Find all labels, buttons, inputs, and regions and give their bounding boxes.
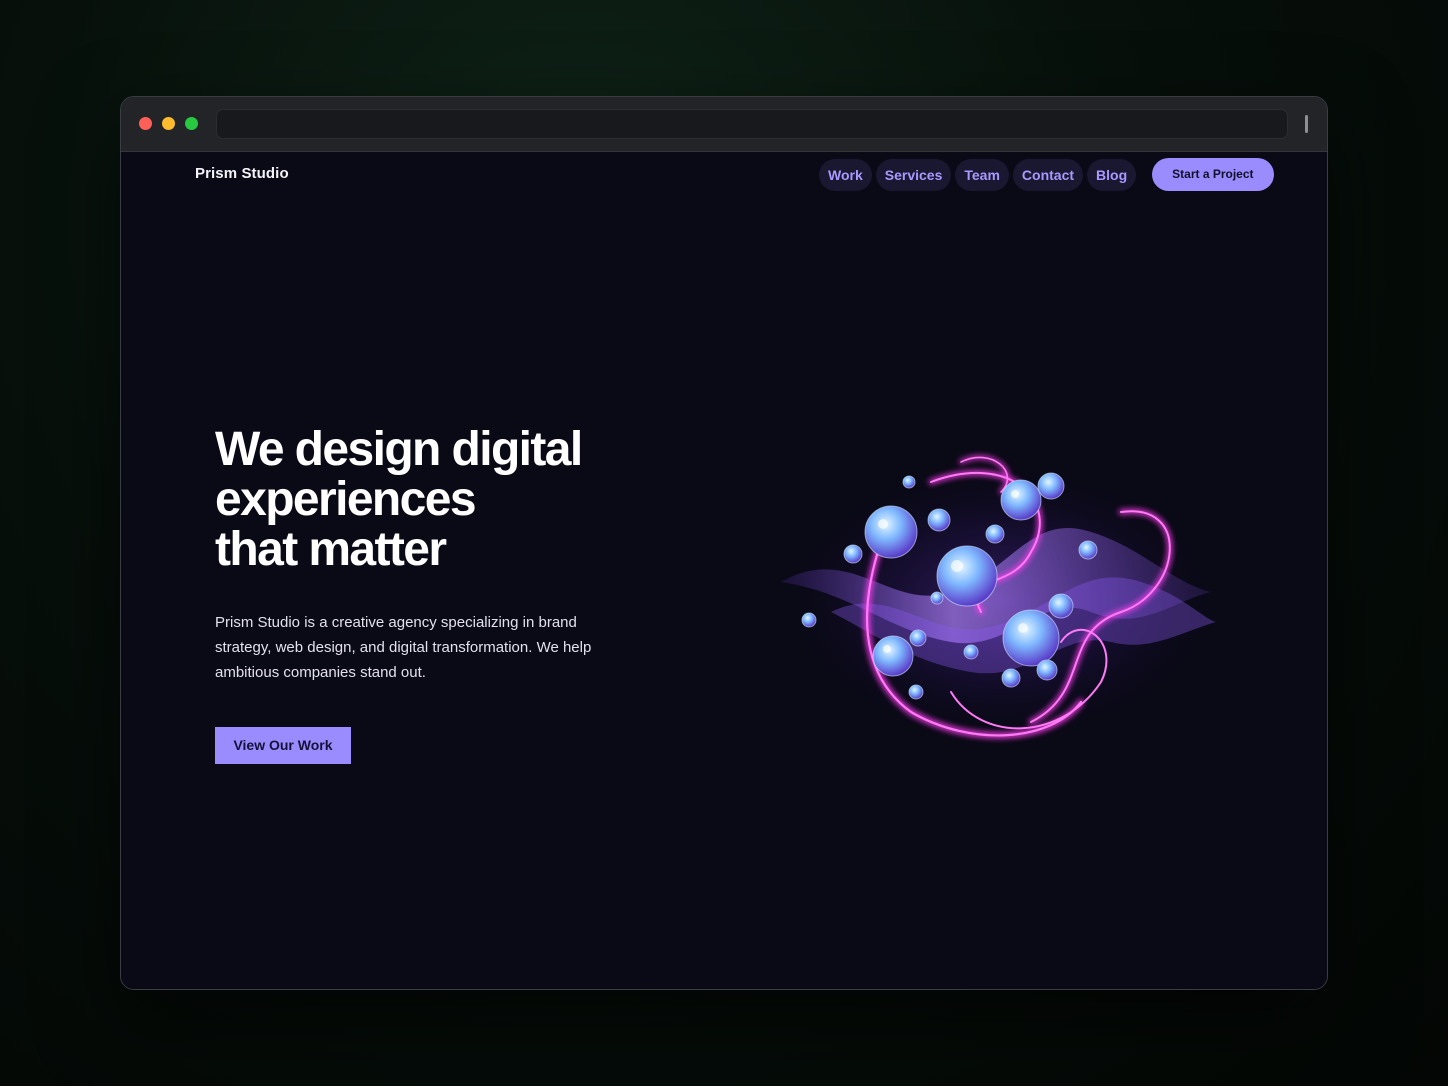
nav-link-contact[interactable]: Contact <box>1012 158 1084 191</box>
minimize-window-button[interactable] <box>162 117 175 130</box>
address-bar[interactable] <box>216 109 1288 139</box>
view-work-button[interactable]: View Our Work <box>215 727 351 764</box>
prism-abstract-illustration-icon <box>761 442 1241 752</box>
page-content: Prism Studio Work Services Team Contact … <box>121 152 1327 989</box>
start-project-button[interactable]: Start a Project <box>1152 158 1274 191</box>
sidebar-toggle-icon[interactable] <box>1305 115 1308 133</box>
brand-logo[interactable]: Prism Studio <box>195 165 289 182</box>
close-window-button[interactable] <box>139 117 152 130</box>
browser-window: Prism Studio Work Services Team Contact … <box>120 96 1328 990</box>
hero-description: Prism Studio is a creative agency specia… <box>215 614 592 681</box>
nav-link-services[interactable]: Services <box>875 158 952 191</box>
browser-titlebar <box>121 97 1327 152</box>
hero-title-line: that matter <box>215 523 447 576</box>
nav-link-team[interactable]: Team <box>955 158 1009 191</box>
main-nav: Work Services Team Contact Blog Start a … <box>819 158 1274 191</box>
hero-title-line: We design digital <box>215 423 583 476</box>
nav-link-blog[interactable]: Blog <box>1087 158 1137 191</box>
hero-art-svg <box>781 455 1221 742</box>
hero-title: We design digital experiences that matte… <box>215 425 635 575</box>
maximize-window-button[interactable] <box>185 117 198 130</box>
nav-link-work[interactable]: Work <box>819 158 872 191</box>
hero-title-line: experiences <box>215 473 477 526</box>
